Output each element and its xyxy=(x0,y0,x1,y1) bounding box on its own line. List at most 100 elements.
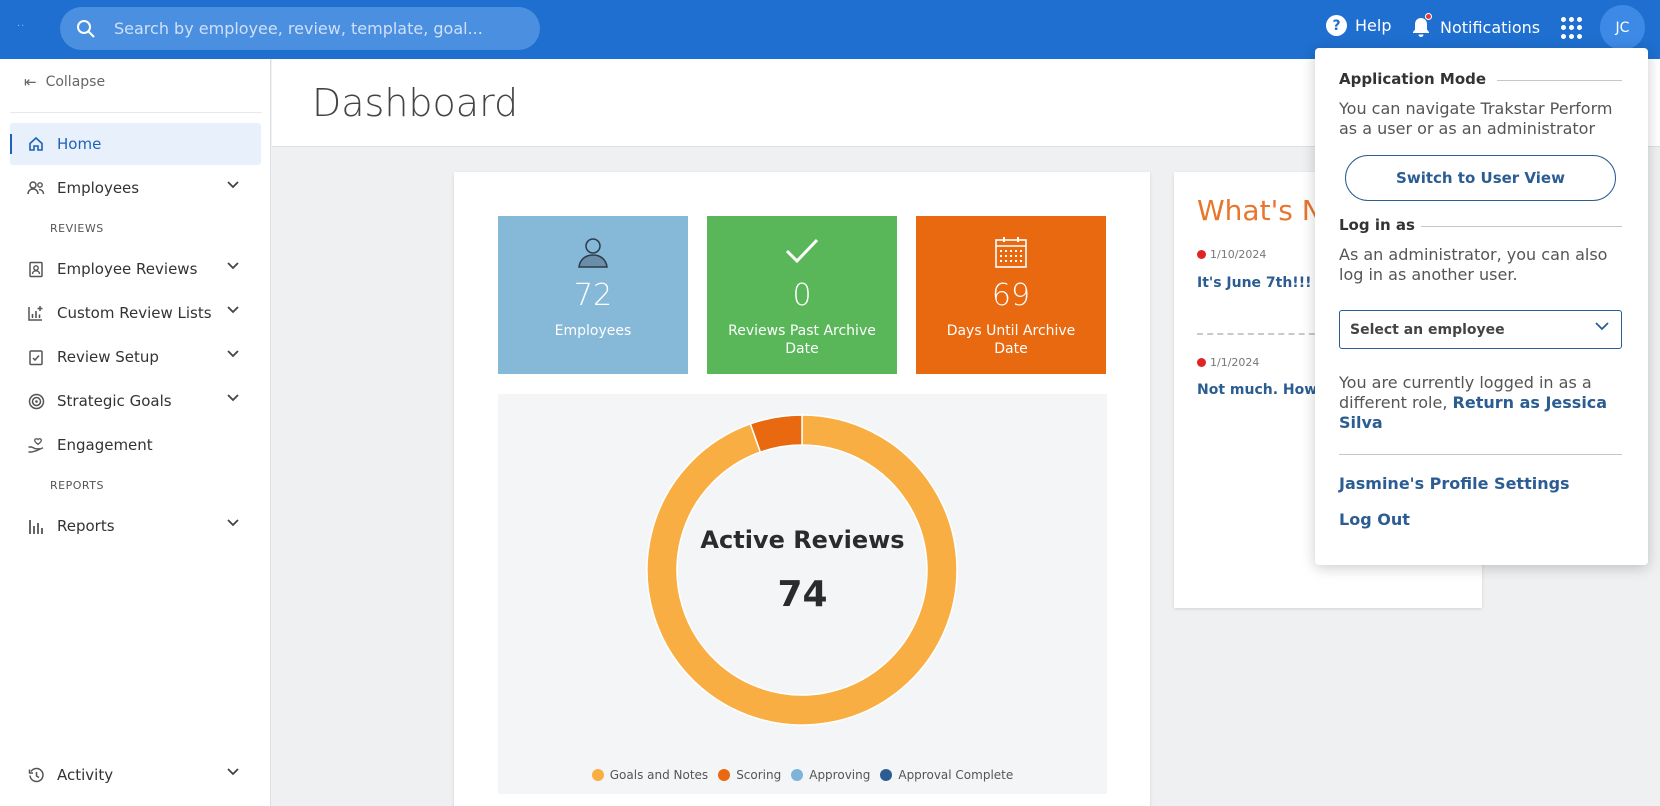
log-in-as-heading: Log in as xyxy=(1339,216,1415,234)
section-label-reviews: REVIEWS xyxy=(50,222,104,235)
legend-item[interactable]: Scoring xyxy=(718,768,781,782)
employee-select[interactable]: Select an employee xyxy=(1339,310,1622,349)
sidebar-item-employee-reviews[interactable]: Employee Reviews xyxy=(10,248,261,290)
sidebar-item-label: Custom Review Lists xyxy=(57,304,212,322)
profile-settings-link[interactable]: Jasmine's Profile Settings xyxy=(1339,474,1570,493)
divider xyxy=(1339,454,1622,455)
legend-label: Goals and Notes xyxy=(609,768,709,782)
news-date: 1/10/2024 xyxy=(1197,248,1266,261)
sidebar-item-reports[interactable]: Reports xyxy=(10,505,261,547)
checkmark-icon xyxy=(707,236,897,270)
chart-title: Active Reviews xyxy=(700,526,905,554)
legend-dot-icon xyxy=(718,769,731,781)
legend-dot-icon xyxy=(591,769,604,781)
people-icon xyxy=(26,178,46,198)
sidebar-item-label: Employee Reviews xyxy=(57,260,198,278)
search-input[interactable] xyxy=(114,15,524,41)
avatar[interactable]: JC xyxy=(1600,5,1645,50)
legend-item[interactable]: Approval Complete xyxy=(880,768,1013,782)
donut-slice-goals-and-notes[interactable] xyxy=(646,414,958,726)
log-out-link[interactable]: Log Out xyxy=(1339,510,1410,529)
collapse-button[interactable]: ⇤ Collapse xyxy=(24,73,105,91)
sidebar-item-label: Strategic Goals xyxy=(57,392,172,410)
active-reviews-chart: Active Reviews 74 Goals and Notes Scoring… xyxy=(498,394,1107,794)
search-icon xyxy=(77,20,95,38)
review-badge-icon xyxy=(26,259,46,279)
sidebar-divider xyxy=(10,112,262,113)
bar-chart-icon xyxy=(26,516,46,536)
calendar-icon xyxy=(916,236,1106,270)
sidebar-item-label: Employees xyxy=(57,179,140,197)
chevron-down-icon xyxy=(227,181,239,189)
unread-dot-icon xyxy=(1197,358,1206,367)
notification-badge xyxy=(1425,13,1432,20)
sidebar-item-engagement[interactable]: Engagement xyxy=(10,424,261,466)
history-icon xyxy=(26,765,46,785)
person-icon xyxy=(498,236,688,270)
switch-to-user-view-button[interactable]: Switch to User View xyxy=(1345,155,1616,201)
tile-value: 69 xyxy=(991,278,1031,313)
legend-item[interactable]: Approving xyxy=(791,768,870,782)
legend-dot-icon xyxy=(880,769,893,781)
bell-icon xyxy=(1410,13,1432,39)
tile-value: 72 xyxy=(573,278,613,313)
page-title: Dashboard xyxy=(312,81,519,125)
sidebar-item-label: Review Setup xyxy=(57,348,159,366)
home-icon xyxy=(26,134,46,154)
clipboard-check-icon xyxy=(26,347,46,367)
sidebar-item-label: Reports xyxy=(57,517,115,535)
legend-label: Approving xyxy=(809,768,871,782)
chevron-down-icon xyxy=(1595,322,1609,331)
chart-plus-icon xyxy=(26,303,46,323)
tile-label: Days Until Archive Date xyxy=(946,323,1076,357)
application-mode-heading: Application Mode xyxy=(1339,70,1487,88)
chart-total: 74 xyxy=(777,574,828,615)
collapse-label: Collapse xyxy=(45,74,106,90)
tile-reviews-past-archive[interactable]: 0 Reviews Past Archive Date xyxy=(707,216,897,374)
news-date: 1/1/2024 xyxy=(1197,356,1259,369)
news-date-text: 1/1/2024 xyxy=(1210,356,1260,369)
dashboard-summary-card: 72 Employees 0 Reviews Past Archive Date… xyxy=(454,172,1150,806)
help-label: Help xyxy=(1355,16,1392,35)
section-label-reports: REPORTS xyxy=(50,479,104,492)
notifications-label: Notifications xyxy=(1440,17,1541,37)
chevron-down-icon xyxy=(227,350,239,358)
chevron-down-icon xyxy=(227,519,239,527)
unread-dot-icon xyxy=(1197,250,1206,259)
collapse-arrow-icon: ⇤ xyxy=(24,73,37,91)
chart-legend: Goals and Notes Scoring Approving Approval … xyxy=(498,768,1107,782)
sidebar-item-custom-review-lists[interactable]: Custom Review Lists xyxy=(10,292,261,334)
hand-heart-icon xyxy=(26,435,46,455)
sidebar: ⇤ Collapse Home Employees REVIEWS Employ… xyxy=(0,59,271,806)
chevron-down-icon xyxy=(227,306,239,314)
profile-dropdown-menu: Application Mode You can navigate Trakst… xyxy=(1315,48,1648,565)
log-in-as-text: As an administrator, you can also log in… xyxy=(1339,245,1608,284)
sidebar-item-activity[interactable]: Activity xyxy=(10,754,261,796)
apps-grid-icon[interactable] xyxy=(1561,17,1583,39)
notifications-button[interactable]: Notifications xyxy=(1410,13,1541,39)
sidebar-item-strategic-goals[interactable]: Strategic Goals xyxy=(10,380,261,422)
help-icon: ? xyxy=(1326,15,1347,36)
target-icon xyxy=(26,391,46,411)
tile-value: 0 xyxy=(792,278,812,313)
donut-slice-scoring[interactable] xyxy=(749,414,803,454)
sidebar-item-home[interactable]: Home xyxy=(10,123,261,165)
tile-employees[interactable]: 72 Employees xyxy=(498,216,688,374)
legend-label: Scoring xyxy=(736,768,782,782)
sidebar-item-label: Engagement xyxy=(57,436,153,454)
sidebar-item-employees[interactable]: Employees xyxy=(10,167,261,209)
divider xyxy=(1421,226,1622,227)
legend-dot-icon xyxy=(791,769,804,781)
tile-days-until-archive[interactable]: 69 Days Until Archive Date xyxy=(916,216,1106,374)
help-button[interactable]: ? Help xyxy=(1326,15,1391,36)
employee-select-value: Select an employee xyxy=(1350,321,1505,338)
sidebar-item-label: Home xyxy=(57,135,102,153)
menu-dots-icon[interactable]: ·· xyxy=(17,21,25,32)
legend-item[interactable]: Goals and Notes xyxy=(591,768,709,782)
news-date-text: 1/10/2024 xyxy=(1210,248,1267,261)
sidebar-item-review-setup[interactable]: Review Setup xyxy=(10,336,261,378)
tile-label: Employees xyxy=(554,323,632,339)
chevron-down-icon xyxy=(227,768,239,776)
sidebar-item-label: Activity xyxy=(57,766,114,784)
search-bar[interactable] xyxy=(60,7,540,50)
